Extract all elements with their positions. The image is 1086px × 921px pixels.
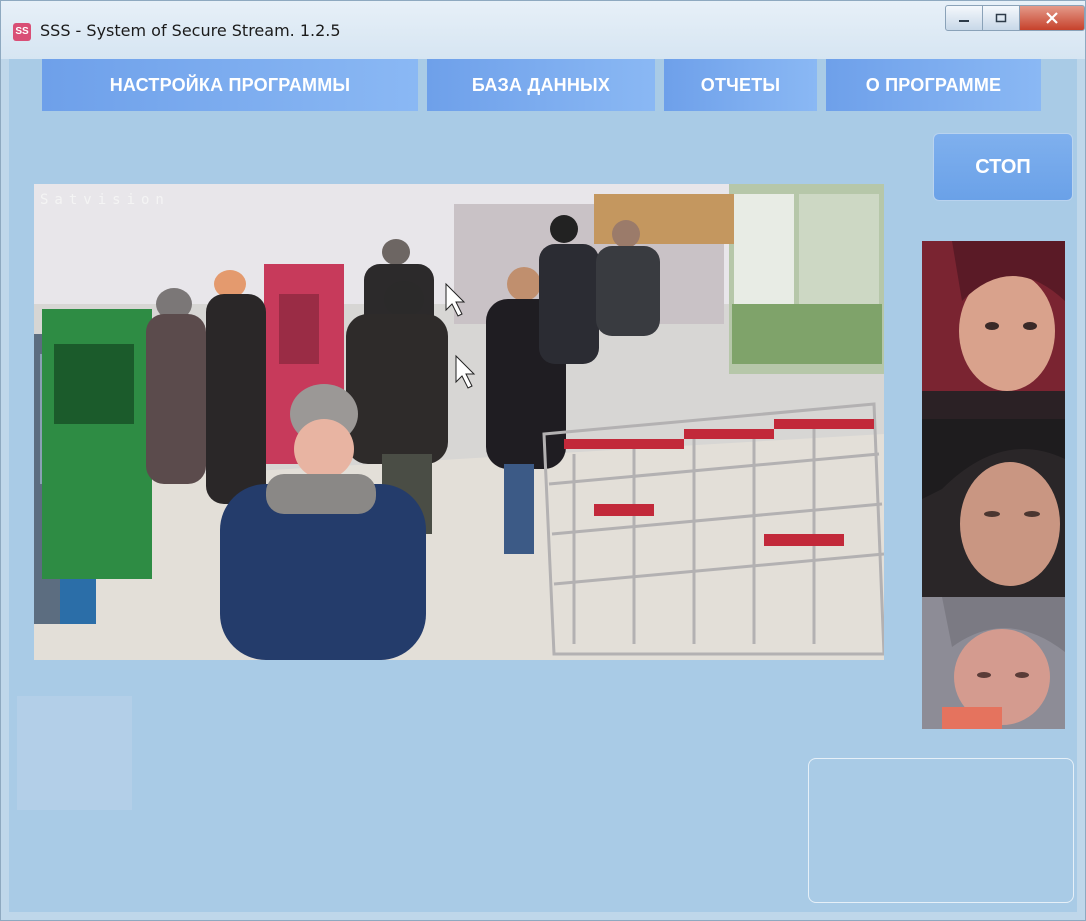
close-button[interactable] (1020, 5, 1085, 31)
maximize-icon (995, 13, 1007, 23)
video-overlay-label: Satvision (40, 192, 170, 208)
app-window: SS SSS - System of Secure Stream. 1.2.5 … (0, 0, 1086, 921)
main-area: НАСТРОЙКА ПРОГРАММЫ БАЗА ДАННЫХ ОТЧЕТЫ О… (9, 59, 1077, 912)
detected-face-3[interactable] (922, 597, 1065, 729)
minimize-button[interactable] (945, 5, 983, 31)
title-bar[interactable]: SS SSS - System of Secure Stream. 1.2.5 (1, 1, 1085, 59)
detected-face-2[interactable] (922, 419, 1065, 597)
store-camera-image: Satvision (34, 184, 884, 660)
close-icon (1046, 12, 1058, 24)
detected-face-1[interactable] (922, 241, 1065, 419)
video-stream: Satvision (34, 184, 884, 660)
face-image-2 (922, 419, 1065, 597)
info-panel (808, 758, 1074, 903)
menu-reports-button[interactable]: ОТЧЕТЫ (664, 59, 817, 111)
status-area (17, 696, 132, 810)
stop-button[interactable]: СТОП (933, 133, 1073, 201)
window-title: SSS - System of Secure Stream. 1.2.5 (40, 21, 341, 40)
detected-faces-panel (922, 241, 1065, 729)
menu-database-button[interactable]: БАЗА ДАННЫХ (427, 59, 655, 111)
minimize-icon (959, 20, 969, 22)
main-menu: НАСТРОЙКА ПРОГРАММЫ БАЗА ДАННЫХ ОТЧЕТЫ О… (42, 59, 1041, 111)
window-controls (945, 1, 1085, 37)
app-icon: SS (13, 23, 31, 41)
menu-about-button[interactable]: О ПРОГРАММЕ (826, 59, 1041, 111)
face-image-3 (922, 597, 1065, 729)
maximize-button[interactable] (983, 5, 1020, 31)
face-image-1 (922, 241, 1065, 419)
menu-settings-button[interactable]: НАСТРОЙКА ПРОГРАММЫ (42, 59, 418, 111)
